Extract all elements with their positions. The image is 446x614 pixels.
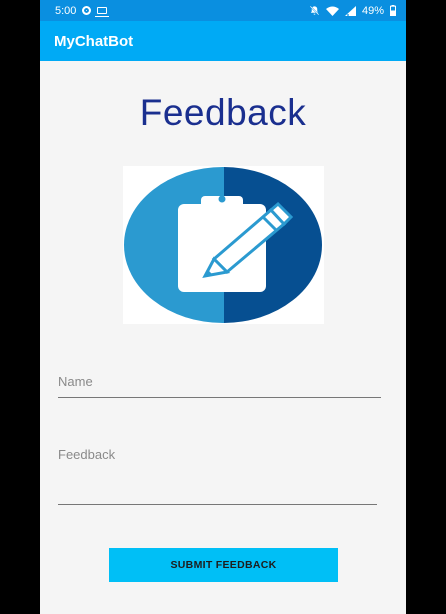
record-icon [82,6,92,15]
name-field-underline [58,397,381,398]
feedback-field-underline [58,504,377,505]
phone-screen: 5:00 49% MyChatBot Feedback Name Feedbac… [40,0,406,614]
status-bar: 5:00 49% [40,0,406,21]
signal-icon [344,5,356,16]
clipboard-pencil-icon [124,167,322,323]
submit-feedback-button[interactable]: SUBMIT FEEDBACK [109,548,338,582]
status-time: 5:00 [55,4,77,17]
status-left: 5:00 [55,4,110,17]
wifi-icon [325,6,339,16]
app-title: MyChatBot [54,32,134,50]
feedback-logo [123,166,324,324]
cast-icon [95,7,110,17]
app-bar: MyChatBot [40,21,406,61]
name-field[interactable]: Name [58,374,93,389]
battery-text: 49% [361,4,384,17]
battery-icon [390,5,396,16]
page-title: Feedback [139,92,307,133]
feedback-field[interactable]: Feedback [58,447,115,462]
do-not-disturb-icon [309,5,320,16]
status-right: 49% [309,5,396,17]
